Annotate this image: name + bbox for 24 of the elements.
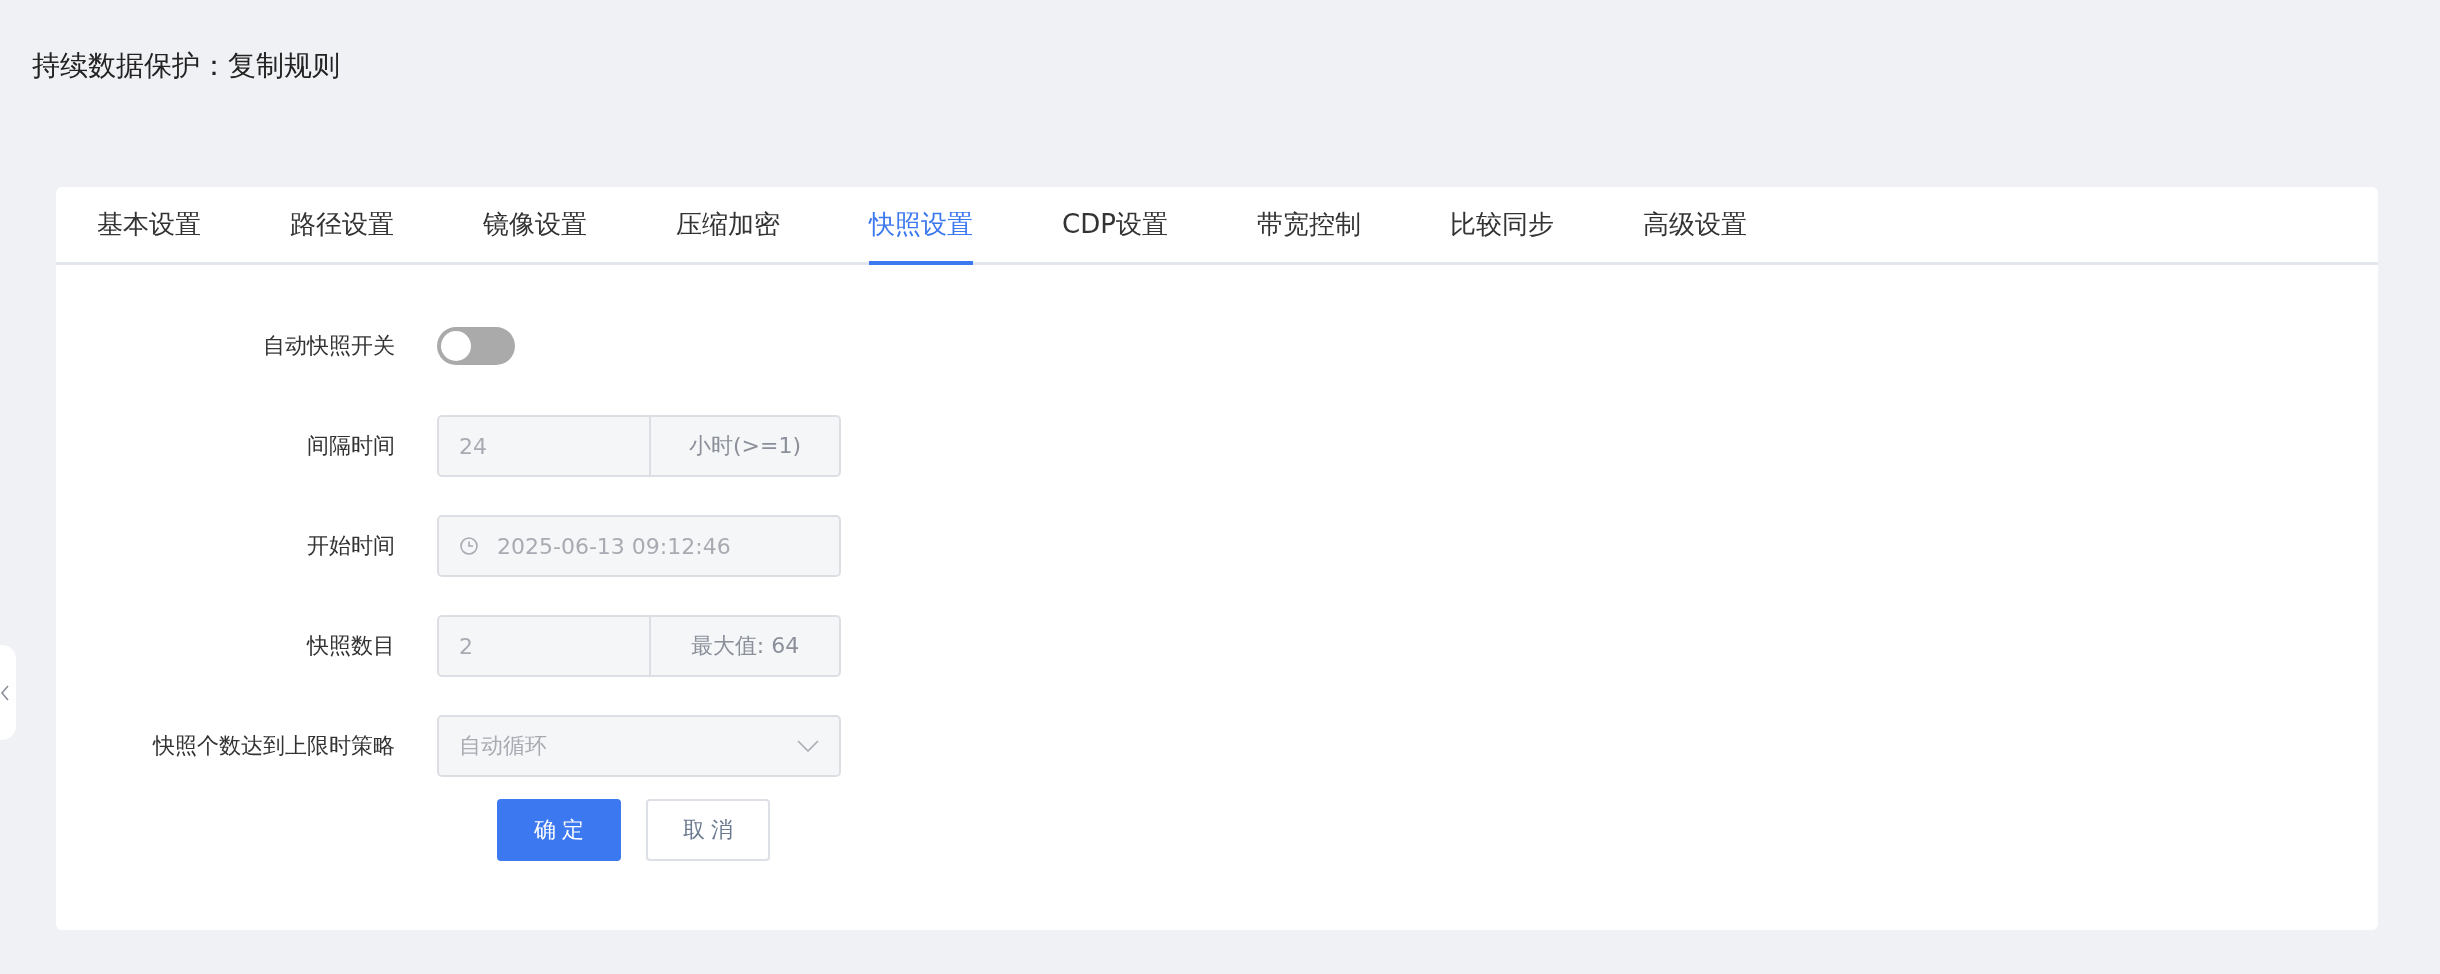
unit-addon: 小时(>=1): [649, 417, 839, 475]
field-label: 开始时间: [306, 532, 396, 560]
cancel-button[interactable]: 取 消: [646, 799, 770, 861]
field-label: 快照数目: [305, 632, 396, 660]
toggle-switch[interactable]: [437, 327, 515, 365]
confirm-button[interactable]: 确 定: [497, 799, 621, 861]
tab[interactable]: 比较同步: [1449, 187, 1554, 265]
tab[interactable]: CDP设置: [1062, 187, 1168, 265]
chevron-left-icon: [0, 683, 10, 702]
tab[interactable]: 基本设置: [97, 187, 201, 265]
page-title: 持续数据保护：复制规则: [32, 48, 341, 84]
unit-addon: 最大值: 64: [649, 617, 839, 675]
field-label: 间隔时间: [306, 432, 396, 460]
tab[interactable]: 快照设置: [869, 187, 973, 265]
tab[interactable]: 高级设置: [1642, 187, 1747, 265]
chevron-down-icon: [797, 740, 819, 752]
clock-icon: [459, 536, 479, 556]
field-label: 自动快照开关: [262, 332, 396, 360]
tab[interactable]: 带宽控制: [1256, 187, 1361, 265]
field-label: 快照个数达到上限时策略: [151, 732, 396, 760]
tab[interactable]: 压缩加密: [676, 187, 780, 265]
tab[interactable]: 镜像设置: [483, 187, 587, 265]
tab[interactable]: 路径设置: [290, 187, 394, 265]
collapse-handle[interactable]: [0, 645, 16, 740]
